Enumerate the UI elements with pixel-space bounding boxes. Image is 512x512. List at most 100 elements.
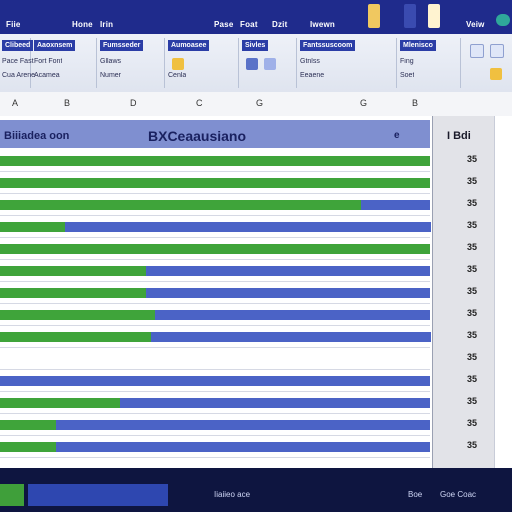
tab-insert[interactable]: Irin (100, 20, 113, 29)
blue-bar (56, 420, 430, 430)
row-value: 35 (467, 264, 478, 274)
column-header[interactable]: G (360, 98, 367, 108)
column-header[interactable]: B (64, 98, 70, 108)
green-bar (0, 178, 430, 188)
tab-review[interactable]: Iwewn (310, 20, 335, 29)
table-row[interactable] (0, 332, 431, 342)
table-row[interactable] (0, 354, 430, 364)
row-divider (0, 259, 430, 260)
row-value: 35 (467, 374, 478, 384)
group-cmd[interactable]: Fing (400, 58, 414, 65)
group-cmd[interactable]: Acamea (34, 72, 60, 79)
grid-title: BXCeaausiano (148, 128, 247, 144)
group-title: Aaoxnsem (34, 40, 76, 51)
table-row[interactable] (0, 156, 430, 166)
table-row[interactable] (0, 288, 430, 298)
group-title: Fumsseder (100, 40, 144, 51)
table-row[interactable] (0, 178, 430, 188)
sheet-tabs[interactable] (28, 484, 168, 506)
table-row[interactable] (0, 398, 430, 408)
spreadsheet-grid[interactable]: Biiiadea oon BXCeaausiano e (0, 116, 432, 468)
row-divider (0, 413, 430, 414)
row-value: 35 (467, 220, 478, 230)
row-value: 35 (467, 418, 478, 428)
group-title: Clibeed (2, 40, 34, 51)
green-bar (0, 266, 146, 276)
row-value: 35 (467, 286, 478, 296)
blue-bar (146, 266, 430, 276)
ribbon: Clibeed Pace Fast Cua Arene Aaoxnsem For… (0, 34, 512, 93)
blue-bar (120, 398, 430, 408)
tab-file[interactable]: Fiie (6, 20, 21, 29)
green-bar (0, 332, 151, 342)
minimize-button[interactable] (368, 4, 380, 28)
group-cmd[interactable]: Gtnlss (300, 58, 320, 65)
group-cmd[interactable]: Soet (400, 72, 414, 79)
grid-header-band: Biiiadea oon BXCeaausiano e (0, 120, 430, 148)
ribbon-group-styles: Sivles (240, 38, 297, 88)
title-bar: Fiie Hone Irin Pase Foat Dzit Iwewn Veiw (0, 0, 512, 34)
green-bar (0, 222, 65, 232)
column-header[interactable]: D (130, 98, 137, 108)
vertical-scrollbar[interactable] (494, 116, 512, 468)
tab-home[interactable]: Hone (72, 20, 93, 29)
table-row[interactable] (0, 244, 430, 254)
group-cmd[interactable]: Cua Arene (2, 72, 35, 79)
green-bar (0, 156, 430, 166)
green-bar (0, 442, 56, 452)
green-bar (0, 200, 361, 210)
tab-page[interactable]: Pase (214, 20, 233, 29)
column-header[interactable]: C (196, 98, 203, 108)
status-left: Iiaiieo ace (214, 490, 251, 499)
row-divider (0, 237, 430, 238)
ribbon-group-alignment: Fumsseder Gllaws Numer (98, 38, 165, 88)
group-cmd[interactable]: Eeaene (300, 72, 324, 79)
table-row[interactable] (0, 376, 430, 386)
sort-icon[interactable] (470, 44, 484, 58)
table-row[interactable] (0, 200, 430, 210)
close-button[interactable] (428, 4, 440, 28)
column-header[interactable]: G (256, 98, 263, 108)
tab-data[interactable]: Dzit (272, 20, 287, 29)
group-title: Sivles (242, 40, 269, 51)
row-value: 35 (467, 352, 478, 362)
table-row[interactable] (0, 420, 430, 430)
tab-view[interactable]: Veiw (466, 20, 485, 29)
right-pane-header: I Bdi (433, 120, 495, 148)
row-divider (0, 215, 430, 216)
group-title: Aumoasee (168, 40, 210, 51)
paint-icon[interactable] (172, 58, 184, 70)
right-pane-label: I Bdi (447, 130, 471, 142)
group-cmd[interactable]: Pace Fast (2, 58, 34, 65)
tab-format[interactable]: Foat (240, 20, 258, 29)
filter-icon[interactable] (490, 44, 504, 58)
row-divider (0, 303, 430, 304)
ribbon-group-clipboard: Clibeed Pace Fast Cua Arene (0, 38, 35, 88)
blue-bar (146, 288, 430, 298)
table-row[interactable] (0, 222, 431, 232)
row-value: 35 (467, 198, 478, 208)
account-icon[interactable] (496, 14, 510, 26)
group-cmd[interactable]: Gllaws (100, 58, 121, 65)
status-bar: Iiaiieo ace Boe Goe Coac (0, 468, 512, 512)
right-value-pane: I Bdi 35 35 35 35 35 35 35 35 35 35 35 35 35 35 (432, 116, 495, 468)
sheet-tab-active[interactable] (0, 484, 24, 506)
table-icon[interactable] (264, 58, 276, 70)
row-value: 35 (467, 396, 478, 406)
row-divider (0, 369, 430, 370)
green-bar (0, 288, 146, 298)
table-row[interactable] (0, 442, 430, 452)
group-title: Fantssuscoom (300, 40, 356, 51)
style-icon[interactable] (246, 58, 258, 70)
restore-button[interactable] (404, 4, 416, 28)
group-cmd[interactable]: Fort Font (34, 58, 62, 65)
table-row[interactable] (0, 310, 430, 320)
find-icon[interactable] (490, 68, 502, 80)
ribbon-group-editing: Mlenisco Fing Soet (398, 38, 461, 88)
table-row[interactable] (0, 266, 430, 276)
column-header[interactable]: A (12, 98, 18, 108)
group-cmd[interactable]: Cenla (168, 72, 186, 79)
group-cmd[interactable]: Numer (100, 72, 121, 79)
row-divider (0, 391, 430, 392)
column-header[interactable]: B (412, 98, 418, 108)
